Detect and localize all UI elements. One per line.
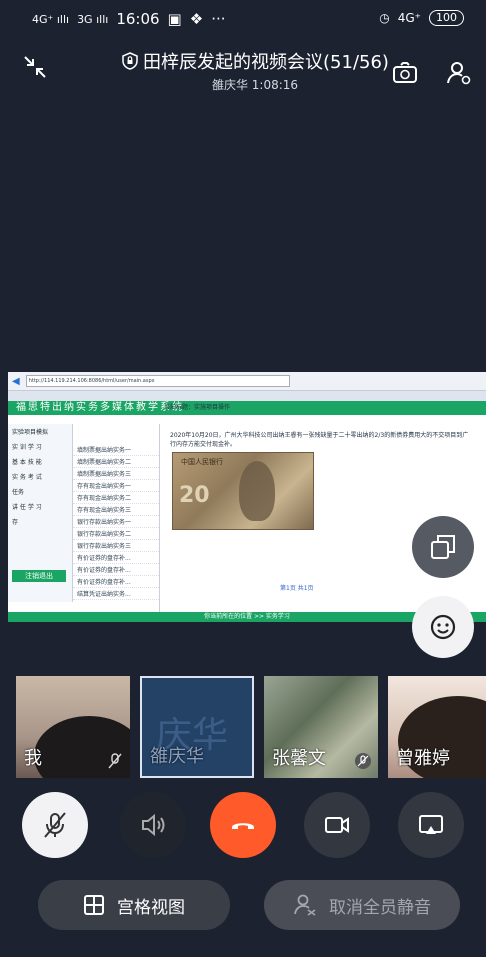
unmute-all-label: 取消全员静音 xyxy=(329,897,431,918)
notification-icon-2: ❖ xyxy=(189,10,204,28)
clock: 16:06 xyxy=(116,10,160,28)
participant-tile[interactable]: 我 xyxy=(16,676,130,778)
reaction-button[interactable] xyxy=(412,596,474,658)
grid-view-label: 宫格视图 xyxy=(117,897,185,918)
call-controls xyxy=(0,792,486,862)
shared-task-list: 填制票据出纳实务一 填制票据出纳实务二 填制票据出纳实务三 存有现金出纳实务一 … xyxy=(73,424,160,622)
minimize-icon[interactable] xyxy=(22,54,48,80)
mute-button[interactable] xyxy=(22,792,88,858)
bottom-actions: 宫格视图 取消全员静音 xyxy=(0,880,486,934)
speaker-icon xyxy=(142,813,165,837)
meeting-title-block: 田梓辰发起的视频会议(51/56) 雒庆华 1:08:16 xyxy=(110,48,400,93)
grid-view-button[interactable]: 宫格视图 xyxy=(38,880,230,930)
signal-icon-2: 3G ıllı xyxy=(77,12,109,26)
screen-share-button[interactable] xyxy=(398,792,464,858)
back-icon: ◀ xyxy=(12,375,20,387)
list-item: 结算凭证出纳实务... xyxy=(73,588,159,600)
list-item: 有价证券的盘存补... xyxy=(73,552,159,564)
browser-url: http://114.119.214.106:8086/html/user/ma… xyxy=(25,375,290,387)
list-item: 填制票据出纳实务一 xyxy=(73,444,159,456)
side-item: 实验项目模拟 xyxy=(12,429,49,436)
list-item: 有价证券的盘存补... xyxy=(73,576,159,588)
portrait xyxy=(239,461,275,521)
mute-all-icon xyxy=(294,894,316,916)
browser-address-bar: ◀ http://114.119.214.106:8086/html/user/… xyxy=(8,372,486,391)
list-item: 有价证券的盘存补... xyxy=(73,564,159,576)
side-item: 实 务 考 试 xyxy=(12,474,42,481)
shared-page-body: 实验项目模拟 实 训 学 习 基 本 技 能 实 务 考 试 任务 讲 任 学 … xyxy=(8,404,486,622)
mic-off-icon xyxy=(44,812,66,838)
camera-button[interactable] xyxy=(304,792,370,858)
shared-screen[interactable]: ◀ http://114.119.214.106:8086/html/user/… xyxy=(8,372,486,622)
status-bar: 4G⁺ ıllı 3G ıllı 16:06 ▣ ❖ ··· ◷ 4G⁺ 100 xyxy=(0,0,486,36)
pager: 第1页 共1页 xyxy=(280,585,314,592)
more-notifications: ··· xyxy=(211,10,226,28)
rotate-screen-button[interactable] xyxy=(412,516,474,578)
signal-icon: 4G⁺ ıllı xyxy=(32,12,70,26)
meeting-title-text: 田梓辰发起的视频会议(51/56) xyxy=(143,52,389,73)
side-item: 实 训 学 习 xyxy=(12,444,42,451)
unmute-all-button[interactable]: 取消全员静音 xyxy=(264,880,460,930)
meeting-title[interactable]: 田梓辰发起的视频会议(51/56) xyxy=(110,48,400,74)
speaker-duration: 雒庆华 1:08:16 xyxy=(211,78,299,92)
participant-name: 曾雅婷 xyxy=(396,748,450,769)
rotate-screen-icon xyxy=(431,535,455,559)
side-item: 讲 任 学 习 xyxy=(12,504,42,511)
battery-indicator: 100 xyxy=(429,10,464,26)
net-speed: 4G⁺ xyxy=(397,11,421,25)
screen-share-icon xyxy=(419,815,443,834)
shield-lock-icon xyxy=(122,52,138,70)
breadcrumb: 当前标题：实施项目操作 xyxy=(164,404,231,411)
shared-sidebar: 实验项目模拟 实 训 学 习 基 本 技 能 实 务 考 试 任务 讲 任 学 … xyxy=(8,424,73,602)
member-settings-icon[interactable] xyxy=(446,60,472,86)
notification-icon: ▣ xyxy=(167,10,182,28)
speaker-button[interactable] xyxy=(120,792,186,858)
video-camera-icon xyxy=(325,817,349,833)
list-item: 填制票据出纳实务二 xyxy=(73,456,159,468)
banknote-image: 中国人民银行 20 xyxy=(172,452,314,530)
side-item: 任务 xyxy=(12,489,25,496)
banknote-denomination: 20 xyxy=(179,483,210,508)
meeting-header: 田梓辰发起的视频会议(51/56) 雒庆华 1:08:16 xyxy=(0,44,486,100)
list-item: 银行存款出纳实务二 xyxy=(73,528,159,540)
end-call-button[interactable] xyxy=(210,792,276,858)
participant-tile[interactable]: 张馨文 xyxy=(264,676,378,778)
alarm-icon: ◷ xyxy=(379,11,390,25)
participant-name: 雒庆华 xyxy=(150,746,204,767)
participant-name: 张馨文 xyxy=(272,748,326,769)
banknote-text: 中国人民银行 xyxy=(181,458,223,466)
task-paragraph: 2020年10月20日，广州大华科技公司出纳王睿有一张残缺量于二十零出纳的2/3… xyxy=(170,432,469,448)
list-item: 填制票据出纳实务三 xyxy=(73,468,159,480)
muted-mic-icon xyxy=(355,753,371,769)
grid-icon xyxy=(84,895,104,915)
emoji-icon xyxy=(430,614,456,640)
participant-name: 我 xyxy=(24,748,42,769)
list-item: 存有现金出纳实务一 xyxy=(73,480,159,492)
browser-tabs xyxy=(8,391,486,401)
muted-mic-icon xyxy=(108,753,122,769)
hang-up-icon xyxy=(232,823,254,829)
list-item: 银行存款出纳实务一 xyxy=(73,516,159,528)
side-item: 存 xyxy=(12,519,19,526)
switch-camera-icon[interactable] xyxy=(392,60,418,86)
logout-button: 注销退出 xyxy=(12,570,66,582)
participant-tile-active[interactable]: 庆华 雒庆华 xyxy=(140,676,254,778)
participant-strip: 我 庆华 雒庆华 张馨文 曾雅婷 xyxy=(0,676,486,778)
list-item: 银行存款出纳实务三 xyxy=(73,540,159,552)
list-item: 存有现金出纳实务二 xyxy=(73,492,159,504)
participant-tile[interactable]: 曾雅婷 xyxy=(388,676,486,778)
side-item: 基 本 技 能 xyxy=(12,459,42,466)
list-item: 存有现金出纳实务三 xyxy=(73,504,159,516)
site-title: 福思特出纳实务多媒体教学系统 xyxy=(8,401,486,415)
